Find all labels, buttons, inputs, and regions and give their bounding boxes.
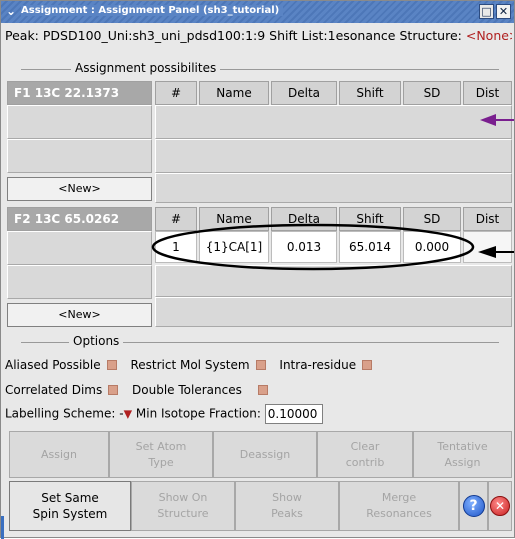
f2-col-num[interactable]: # — [155, 207, 197, 231]
f2-header-text: F2 13C 65.0262 — [14, 212, 120, 226]
f1-col-name[interactable]: Name — [199, 81, 269, 105]
peak-info-line: Peak: PDSD100_Uni:sh3_uni_pdsd100:1:9 Sh… — [5, 28, 512, 46]
min-isotope-input[interactable]: 0.10000 — [264, 404, 323, 424]
f1-new-button[interactable]: <New> — [7, 177, 152, 201]
peak-label: Peak: — [5, 28, 39, 43]
restrict-mol-system-label: Restrict Mol System — [130, 358, 250, 372]
f2-new-button[interactable]: <New> — [7, 303, 152, 327]
col-label: Shift — [356, 86, 384, 100]
assignment-possibilities-label: Assignment possibilites — [71, 61, 221, 75]
shiftlist-label: Shift List: — [269, 28, 328, 43]
f1-col-shift[interactable]: Shift — [339, 81, 401, 105]
f1-header-text: F1 13C 22.1373 — [14, 86, 120, 100]
f2-row-name[interactable]: {1}CA[1] — [199, 231, 269, 263]
options-label: Options — [69, 334, 124, 348]
correlated-dims-checkbox[interactable] — [108, 385, 119, 395]
options-row-1: Aliased Possible Restrict Mol System Int… — [5, 358, 382, 372]
close-icon[interactable]: ✕ — [490, 496, 510, 516]
peak-value: PDSD100_Uni:sh3_uni_pdsd100:1:9 — [42, 28, 266, 43]
aliased-possible-checkbox[interactable] — [106, 360, 117, 370]
structure-label: Structure: — [399, 28, 462, 43]
set-same-spin-system-button[interactable]: Set Same Spin System — [9, 481, 131, 531]
f2-row-shift[interactable]: 65.014 — [339, 231, 401, 263]
maximize-button[interactable]: □ — [479, 4, 494, 19]
set-atom-type-button[interactable]: Set Atom Type — [109, 431, 213, 478]
help-button-frame[interactable]: ? — [459, 481, 488, 531]
clear-contrib-button[interactable]: Clear contrib — [317, 431, 413, 478]
show-peaks-button[interactable]: Show Peaks — [235, 481, 339, 531]
labelling-row: Labelling Scheme: -▼ Min Isotope Fractio… — [5, 404, 323, 424]
f1-col-sd[interactable]: SD — [403, 81, 461, 105]
f2-empty-row[interactable] — [155, 265, 512, 297]
button-row-1: Assign Set Atom Type Deassign Clear cont… — [5, 431, 512, 478]
merge-resonances-button[interactable]: Merge Resonances — [339, 481, 459, 531]
f1-col-num[interactable]: # — [155, 81, 197, 105]
col-label: Name — [216, 86, 252, 100]
f1-dimension-header: F1 13C 22.1373 — [7, 81, 152, 105]
double-tolerances-checkbox[interactable] — [257, 385, 268, 395]
options-row-2: Correlated Dims Double Tolerances — [5, 383, 278, 397]
left-edge-accent — [1, 516, 4, 539]
show-on-structure-button[interactable]: Show On Structure — [131, 481, 235, 531]
f2-col-sd[interactable]: SD — [403, 207, 461, 231]
button-row-2: Set Same Spin System Show On Structure S… — [5, 481, 512, 531]
correlated-dims-label: Correlated Dims — [5, 383, 103, 397]
window-title: Assignment : Assignment Panel (sh3_tutor… — [21, 5, 284, 16]
intra-residue-checkbox[interactable] — [362, 360, 373, 370]
col-label: Delta — [287, 86, 320, 100]
f2-col-dist[interactable]: Dist — [463, 207, 512, 231]
assignment-panel-window: ⌄ Assignment : Assignment Panel (sh3_tut… — [0, 0, 515, 539]
f2-empty-cell — [7, 265, 152, 299]
labelling-dropdown-icon[interactable]: ▼ — [124, 408, 132, 421]
aliased-possible-label: Aliased Possible — [5, 358, 101, 372]
f2-empty-row[interactable] — [155, 297, 512, 327]
f1-empty-cell — [7, 105, 152, 139]
help-icon[interactable]: ? — [462, 495, 485, 517]
f2-col-name[interactable]: Name — [199, 207, 269, 231]
labelling-scheme-label: Labelling Scheme: — [5, 406, 116, 421]
tentative-assign-button[interactable]: Tentative Assign — [413, 431, 512, 478]
f2-dimension-header: F2 13C 65.0262 — [7, 207, 152, 231]
col-label: SD — [423, 86, 441, 100]
f1-empty-row[interactable] — [155, 139, 512, 173]
f2-row-delta[interactable]: 0.013 — [271, 231, 337, 263]
assign-button[interactable]: Assign — [9, 431, 109, 478]
col-label: Dist — [475, 212, 500, 226]
col-label: Shift — [356, 212, 384, 226]
deassign-button[interactable]: Deassign — [213, 431, 317, 478]
col-label: # — [170, 86, 182, 100]
f1-empty-row[interactable] — [155, 173, 512, 203]
f2-empty-cell — [7, 231, 152, 265]
f1-col-dist[interactable]: Dist — [463, 81, 512, 105]
close-window-button[interactable]: ✕ — [496, 4, 511, 19]
f2-row-num[interactable]: 1 — [155, 231, 197, 263]
f2-row-dist[interactable] — [463, 231, 512, 263]
col-label: Name — [216, 212, 252, 226]
min-isotope-label: Min Isotope Fraction: — [135, 406, 261, 421]
restrict-mol-system-checkbox[interactable] — [255, 360, 266, 370]
col-label: SD — [423, 212, 441, 226]
f1-empty-cell — [7, 139, 152, 173]
col-label: # — [170, 212, 182, 226]
f1-col-delta[interactable]: Delta — [271, 81, 337, 105]
double-tolerances-label: Double Tolerances — [132, 383, 242, 397]
col-label: Delta — [287, 212, 320, 226]
intra-residue-label: Intra-residue — [279, 358, 357, 372]
f1-empty-row[interactable] — [155, 105, 512, 139]
shiftlist-value[interactable]: 1esonance — [328, 28, 396, 43]
close-button-frame[interactable]: ✕ — [488, 481, 512, 531]
col-label: Dist — [475, 86, 500, 100]
f2-row-sd[interactable]: 0.000 — [403, 231, 461, 263]
f2-col-shift[interactable]: Shift — [339, 207, 401, 231]
window-menu-chevron-icon[interactable]: ⌄ — [4, 4, 18, 18]
title-bar[interactable]: ⌄ Assignment : Assignment Panel (sh3_tut… — [1, 1, 514, 23]
f2-col-delta[interactable]: Delta — [271, 207, 337, 231]
structure-select[interactable]: <None> — [466, 28, 512, 43]
